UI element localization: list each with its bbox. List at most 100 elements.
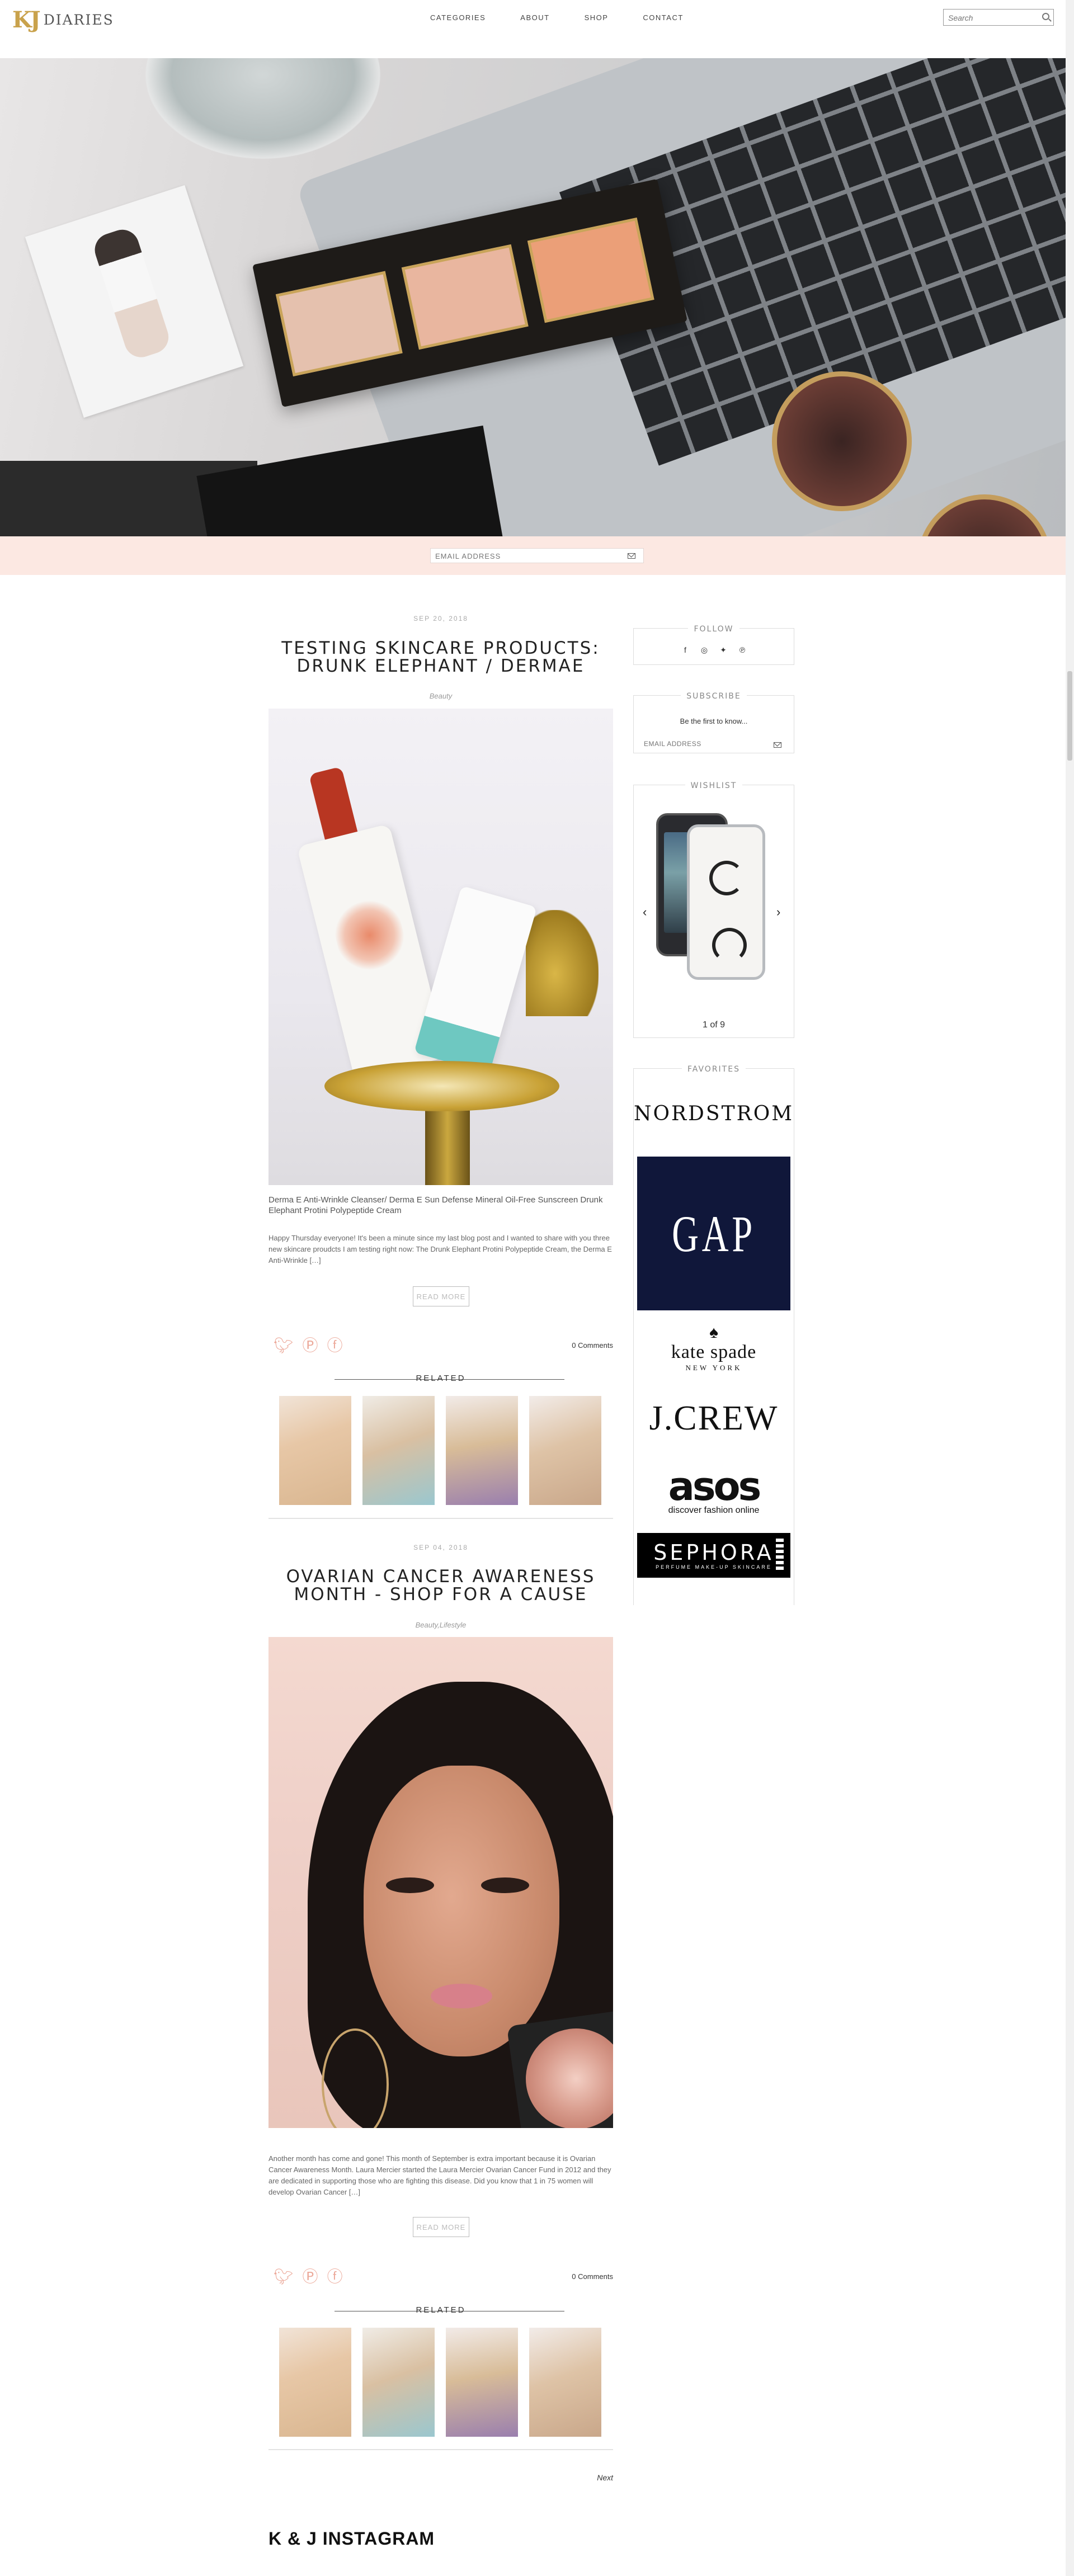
slide-counter: 1 of 9 — [702, 1020, 726, 1030]
facebook-icon[interactable]: f — [676, 645, 695, 655]
related-label: RELATED — [416, 2305, 466, 2315]
twitter-icon[interactable]: 🐦︎ — [274, 2269, 294, 2285]
related-posts — [279, 2328, 613, 2437]
post-title[interactable]: TESTING SKINCARE PRODUCTS: DRUNK ELEPHAN… — [268, 639, 613, 675]
gap-logo[interactable]: GAP — [637, 1157, 790, 1310]
read-more-button[interactable]: READ MORE — [413, 2217, 469, 2237]
palette-pan — [401, 244, 529, 350]
related-thumb[interactable] — [446, 2328, 518, 2437]
logo-mark: KJ — [12, 7, 41, 33]
pinterest-icon[interactable]: Ⓟ — [303, 1338, 318, 1353]
chevron-right-icon[interactable]: › — [776, 905, 780, 919]
envelope-icon[interactable] — [628, 553, 635, 559]
nav-about[interactable]: ABOUT — [520, 13, 549, 22]
related-thumb[interactable] — [279, 2328, 351, 2437]
hero-sunglasses — [772, 371, 912, 511]
nav-shop[interactable]: SHOP — [585, 13, 609, 22]
post-title[interactable]: OVARIAN CANCER AWARENESS MONTH - SHOP FO… — [268, 1568, 613, 1603]
wishlist-widget: WISHLIST ‹ › 1 of 9 — [633, 781, 794, 1038]
logo-text: DIARIES — [43, 12, 114, 28]
jcrew-logo[interactable]: J.CREW — [637, 1393, 790, 1443]
envelope-icon[interactable] — [774, 742, 781, 748]
instagram-icon[interactable]: ◎ — [695, 645, 714, 655]
main-nav: CATEGORIES ABOUT SHOP CONTACT — [430, 13, 718, 22]
related-thumb[interactable] — [279, 1396, 351, 1505]
divider-line — [449, 1379, 564, 1380]
asos-logo[interactable]: asos discover fashion online — [637, 1460, 790, 1522]
gold-stand — [425, 1100, 470, 1185]
subscribe-widget: SUBSCRIBE Be the first to know... — [633, 692, 794, 753]
share-icons: 🐦︎ Ⓟ ⓕ — [274, 1338, 352, 1353]
post-excerpt: Happy Thursday everyone! It's been a min… — [268, 1234, 612, 1265]
nordstrom-logo[interactable]: NORDSTROM — [634, 1091, 792, 1136]
facebook-icon[interactable]: ⓕ — [327, 1338, 343, 1353]
palette-pan — [527, 217, 654, 323]
hero-glass-bowl — [145, 58, 380, 159]
search-input[interactable] — [948, 12, 1038, 23]
search-icon[interactable] — [1042, 13, 1049, 20]
twitter-icon[interactable]: ✦ — [714, 645, 733, 655]
wishlist-product-image[interactable] — [687, 824, 765, 980]
read-more-button[interactable]: READ MORE — [413, 1286, 469, 1306]
subscribe-email-input[interactable] — [644, 738, 767, 749]
scrollbar-thumb[interactable] — [1067, 671, 1072, 761]
page-scrollbar[interactable] — [1066, 0, 1074, 2576]
related-heading: RELATED — [268, 2304, 613, 2318]
hero-book — [196, 425, 508, 536]
post-date: SEP 04, 2018 — [413, 1544, 468, 1551]
widget-title: WISHLIST — [634, 781, 794, 791]
widget-title: FOLLOW — [634, 624, 794, 634]
related-thumb[interactable] — [362, 2328, 435, 2437]
related-thumb[interactable] — [446, 1396, 518, 1505]
chevron-left-icon[interactable]: ‹ — [643, 905, 647, 919]
hero-photo-print — [25, 185, 244, 418]
band-email-input[interactable] — [435, 551, 614, 561]
hero-sunglasses — [917, 494, 1052, 536]
widget-title: FAVORITES — [634, 1064, 794, 1074]
related-label: RELATED — [416, 1374, 466, 1383]
post-image[interactable] — [268, 1637, 613, 2128]
highlighter-compact — [506, 2009, 613, 2128]
favorites-widget: FAVORITES NORDSTROM GAP ♠ kate spade NEW… — [633, 1065, 794, 1605]
pinterest-icon[interactable]: Ⓟ — [303, 2269, 318, 2285]
next-page-link[interactable]: Next — [582, 2473, 613, 2482]
post-image[interactable] — [268, 709, 613, 1185]
post-category[interactable]: Beauty,Lifestyle — [268, 1621, 613, 1629]
portrait-lips — [431, 1984, 492, 2008]
comments-link[interactable]: 0 Comments — [537, 2272, 613, 2281]
site-header: KJ DIARIES CATEGORIES ABOUT SHOP CONTACT — [0, 0, 1074, 58]
widget-title: SUBSCRIBE — [634, 691, 794, 701]
search-box — [943, 9, 1054, 26]
nav-contact[interactable]: CONTACT — [643, 13, 683, 22]
comments-link[interactable]: 0 Comments — [537, 1341, 613, 1350]
post-divider — [268, 1518, 613, 1519]
subscribe-band — [0, 536, 1066, 575]
instagram-title: K & J INSTAGRAM — [268, 2528, 435, 2549]
twitter-icon[interactable]: 🐦︎ — [274, 1338, 294, 1353]
spade-icon: ♠ — [709, 1323, 718, 1342]
site-logo[interactable]: KJ DIARIES — [12, 7, 114, 33]
follow-widget: FOLLOW f ◎ ✦ ℗ — [633, 625, 794, 665]
portrait-eye — [386, 1877, 434, 1893]
post-excerpt: Another month has come and gone! This mo… — [268, 2154, 611, 2196]
related-thumb[interactable] — [529, 1396, 601, 1505]
gold-deer — [526, 910, 599, 1016]
share-icons: 🐦︎ Ⓟ ⓕ — [274, 2269, 352, 2285]
post-divider — [268, 2449, 613, 2450]
portrait-eye — [481, 1877, 529, 1893]
kate-spade-logo[interactable]: ♠ kate spade NEW YORK — [637, 1318, 790, 1379]
palette-pan — [275, 271, 403, 376]
related-thumb[interactable] — [529, 2328, 601, 2437]
hero-image — [0, 58, 1066, 536]
pinterest-icon[interactable]: ℗ — [733, 645, 752, 655]
gold-tray — [324, 1061, 559, 1111]
nav-categories[interactable]: CATEGORIES — [430, 13, 486, 22]
sephora-logo[interactable]: SEPHORA PERFUME MAKE-UP SKINCARE — [637, 1533, 790, 1578]
social-icons: f ◎ ✦ ℗ — [676, 645, 752, 655]
facebook-icon[interactable]: ⓕ — [327, 2269, 343, 2285]
subscribe-text: Be the first to know... — [680, 717, 748, 725]
post-category[interactable]: Beauty — [268, 692, 613, 700]
related-thumb[interactable] — [362, 1396, 435, 1505]
post-date: SEP 20, 2018 — [413, 615, 468, 622]
related-heading: RELATED — [268, 1372, 613, 1386]
